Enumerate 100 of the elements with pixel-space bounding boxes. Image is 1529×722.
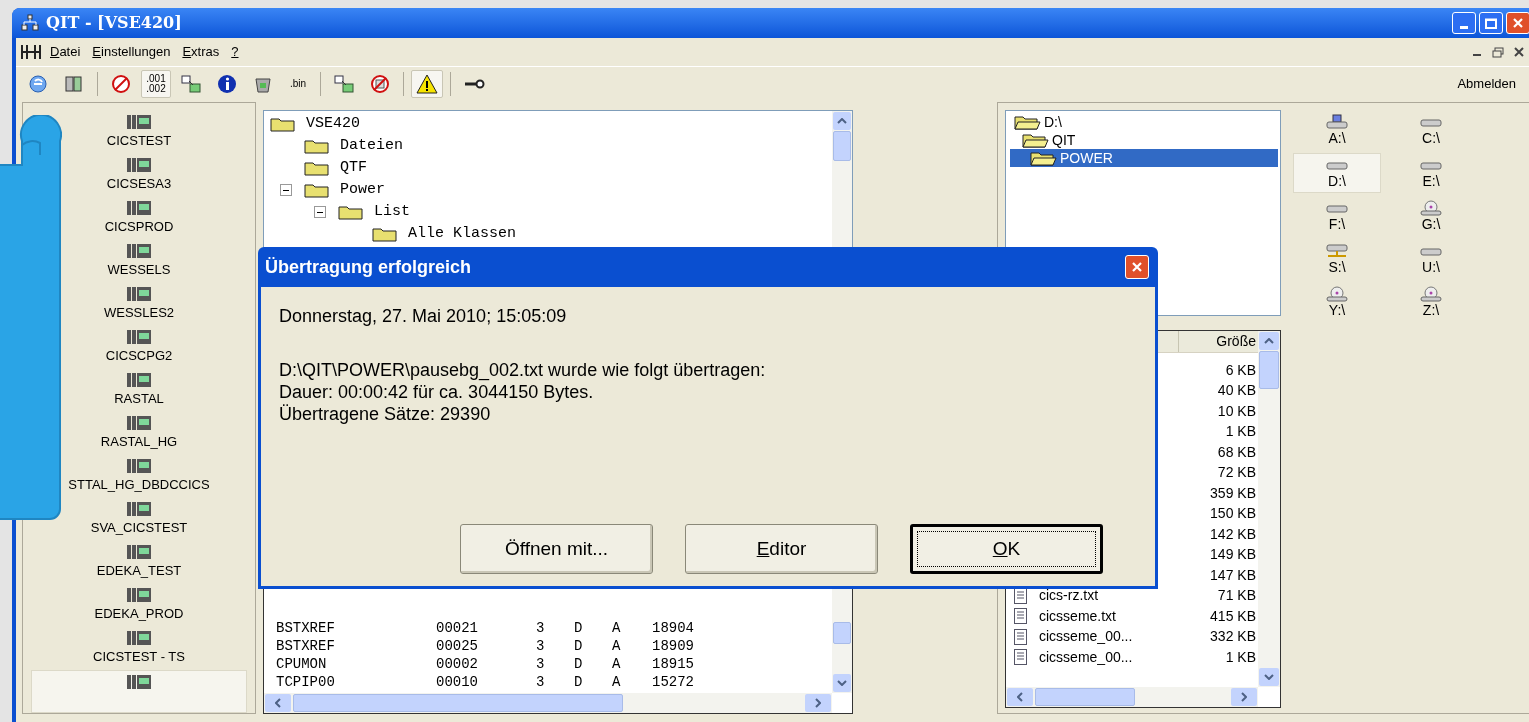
tree-item[interactable]: Power — [340, 178, 385, 202]
tree-item[interactable]: Dateien — [340, 134, 403, 158]
menu-item[interactable]: Extras — [176, 42, 226, 62]
drive-item[interactable]: A:\ — [1293, 110, 1381, 150]
dialog-button[interactable]: Öffnen mit... — [460, 524, 653, 574]
minimize-button[interactable] — [1452, 12, 1476, 34]
folder-icon — [304, 138, 330, 154]
system-item[interactable]: EDEKA_PROD — [31, 584, 247, 627]
scroll-left-button[interactable] — [265, 694, 291, 712]
table-cell-text: 3 — [536, 637, 546, 655]
dialog-button[interactable]: OK — [910, 524, 1103, 574]
system-item[interactable]: STTAL_HG_DBDCCICS — [31, 455, 247, 498]
scroll-right-button[interactable] — [805, 694, 831, 712]
server-icon — [126, 414, 152, 432]
scroll-right-button[interactable] — [1231, 688, 1257, 706]
system-item[interactable]: RASTAL — [31, 369, 247, 412]
scroll-left-button[interactable] — [1007, 688, 1033, 706]
restore-icon[interactable] — [1492, 46, 1504, 58]
table-cell-text: 00002 — [436, 655, 479, 673]
table-cell-text: TCPIP00 — [276, 673, 336, 691]
drive-item[interactable]: Z:\ — [1387, 282, 1475, 322]
scroll-down-button[interactable] — [833, 674, 851, 692]
tree-item[interactable]: Alle Klassen — [408, 222, 517, 246]
file-size: 149 KB — [1209, 545, 1257, 565]
drive-item[interactable]: D:\ — [1293, 153, 1381, 193]
toolbar-button[interactable]: .bin — [283, 69, 313, 98]
scroll-up-button[interactable] — [833, 112, 851, 130]
folder-item[interactable]: QIT — [1010, 131, 1278, 149]
system-item[interactable]: CICSTEST — [31, 111, 247, 154]
system-item[interactable]: EDEKA_TEST — [31, 541, 247, 584]
menu-item[interactable]: ? — [225, 42, 245, 62]
file-size: 1 KB — [1224, 647, 1257, 667]
tree-item[interactable]: VSE420 — [306, 112, 360, 136]
open-folder-icon — [1030, 150, 1058, 166]
tree-item[interactable]: QTF — [340, 156, 367, 180]
scroll-thumb[interactable] — [833, 131, 851, 161]
system-item[interactable]: CICSPROD — [31, 197, 247, 240]
dialog-text: D:\QIT\POWER\pausebg_002.txt wurde wie folgt übertragen: — [279, 359, 767, 381]
table-cell-text: 3 — [536, 619, 546, 637]
table-cell-text: A — [612, 637, 622, 655]
file-size: 72 KB — [1216, 463, 1257, 483]
drive-item[interactable]: F:\ — [1293, 196, 1381, 236]
table-cell-text: 00010 — [436, 673, 479, 691]
folder-icon — [338, 204, 364, 220]
transfer-icon — [333, 72, 355, 95]
collapse-toggle[interactable] — [280, 184, 292, 196]
system-item[interactable]: SVA_CICSTEST — [31, 498, 247, 541]
scroll-thumb[interactable] — [1259, 351, 1279, 389]
close-button[interactable] — [1125, 255, 1149, 279]
maximize-icon — [1485, 17, 1497, 29]
close-icon[interactable] — [1514, 46, 1524, 57]
table-cell-text: BSTXREF — [276, 637, 336, 655]
menu-item[interactable]: Einstellungen — [86, 42, 177, 62]
file-name[interactable]: cicsseme.txt — [1039, 605, 1116, 627]
dialog-button[interactable]: Editor — [685, 524, 878, 574]
text-file-icon — [1014, 608, 1027, 625]
system-item[interactable]: CICSTEST - TS — [31, 627, 247, 670]
table-cell-text: 18904 — [652, 619, 695, 637]
system-item[interactable]: CICSESA3 — [31, 154, 247, 197]
warning-button[interactable] — [411, 69, 443, 98]
file-size: 332 KB — [1209, 627, 1257, 647]
drive-item[interactable]: S:\ — [1293, 239, 1381, 279]
maximize-button[interactable] — [1479, 12, 1503, 34]
folder-item[interactable]: POWER — [1010, 149, 1278, 167]
logout-link[interactable]: Abmelden — [1457, 73, 1529, 94]
menu-item[interactable]: Datei — [44, 42, 87, 62]
toolbar-button[interactable]: .001 .002 — [141, 69, 171, 98]
tree-item[interactable]: List — [374, 200, 410, 224]
file-size: 150 KB — [1209, 504, 1257, 524]
system-item[interactable]: WESSELS — [31, 240, 247, 283]
drive-item[interactable]: U:\ — [1387, 239, 1475, 279]
system-item[interactable]: CICSCPG2 — [31, 326, 247, 369]
scroll-thumb[interactable] — [833, 622, 851, 644]
server-icon — [126, 371, 152, 389]
server-icon — [126, 586, 152, 604]
system-item[interactable] — [31, 670, 247, 713]
file-size: 1 KB — [1224, 422, 1257, 442]
scroll-up-button[interactable] — [1259, 332, 1279, 350]
scroll-down-button[interactable] — [1259, 668, 1279, 686]
server-icon — [126, 242, 152, 260]
close-button[interactable] — [1506, 12, 1529, 34]
file-name[interactable]: cics-rz.txt — [1039, 585, 1099, 607]
table-cell-text: D — [574, 673, 584, 691]
collapse-toggle[interactable] — [314, 206, 326, 218]
table-cell-text: D — [574, 655, 584, 673]
drive-item[interactable]: C:\ — [1387, 110, 1475, 150]
file-name[interactable]: cicsseme_00... — [1039, 646, 1133, 668]
file-name[interactable]: cicsseme_00... — [1039, 626, 1133, 648]
network-drive-icon — [1325, 243, 1349, 259]
folder-icon — [270, 116, 296, 132]
folder-item[interactable]: D:\ — [1010, 113, 1278, 131]
drive-item[interactable]: E:\ — [1387, 153, 1475, 193]
drive-item[interactable]: Y:\ — [1293, 282, 1381, 322]
drive-item[interactable]: G:\ — [1387, 196, 1475, 236]
scroll-thumb[interactable] — [293, 694, 623, 712]
system-item[interactable]: WESSLES2 — [31, 283, 247, 326]
text-file-icon — [1014, 649, 1027, 666]
scroll-thumb[interactable] — [1035, 688, 1135, 706]
server-icon — [126, 199, 152, 217]
system-item[interactable]: RASTAL_HG — [31, 412, 247, 455]
